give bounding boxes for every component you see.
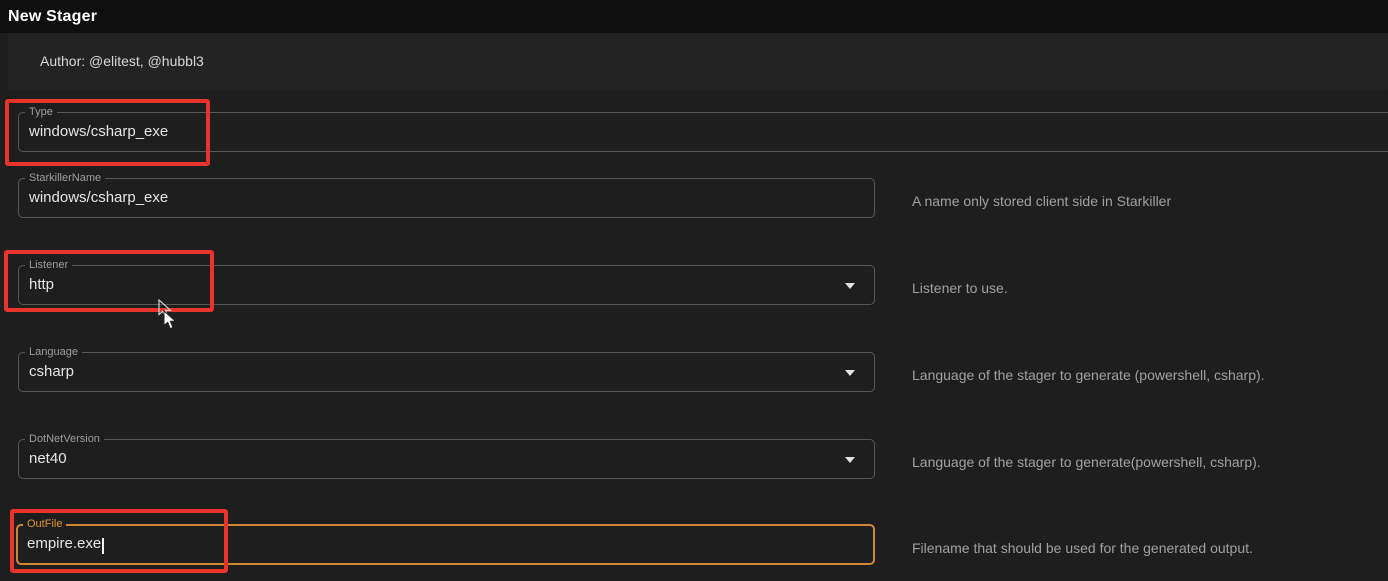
chevron-down-icon[interactable] — [845, 283, 855, 289]
page-title: New Stager — [8, 0, 97, 33]
field-starkillername[interactable]: StarkillerName windows/csharp_exe — [18, 178, 875, 218]
author-panel: Author: @elitest, @hubbl3 — [8, 33, 1388, 90]
author-text: Author: @elitest, @hubbl3 — [40, 33, 204, 90]
field-language-label: Language — [25, 346, 82, 359]
field-outfile-label: OutFile — [23, 518, 66, 531]
outfile-value: empire.exe — [27, 535, 101, 552]
language-select[interactable]: csharp — [19, 353, 874, 380]
listener-select[interactable]: http — [19, 266, 874, 293]
field-listener[interactable]: Listener http — [18, 265, 875, 305]
field-listener-label: Listener — [25, 259, 72, 272]
chevron-down-icon[interactable] — [845, 370, 855, 376]
title-bar: New Stager — [0, 0, 1388, 33]
starkillername-input[interactable]: windows/csharp_exe — [19, 179, 874, 206]
outfile-input[interactable]: empire.exe — [18, 526, 873, 552]
starkillername-description: A name only stored client side in Starki… — [912, 194, 1171, 209]
dotnetversion-description: Language of the stager to generate(power… — [912, 455, 1261, 470]
chevron-down-icon[interactable] — [845, 457, 855, 463]
field-outfile[interactable]: OutFile empire.exe — [16, 524, 875, 565]
field-language[interactable]: Language csharp — [18, 352, 875, 392]
type-input[interactable]: windows/csharp_exe — [19, 113, 1388, 140]
field-type-label: Type — [25, 106, 57, 119]
dotnetversion-select[interactable]: net40 — [19, 440, 874, 467]
field-starkillername-label: StarkillerName — [25, 172, 105, 185]
outfile-description: Filename that should be used for the gen… — [912, 541, 1253, 556]
language-description: Language of the stager to generate (powe… — [912, 368, 1265, 383]
new-stager-screen: New Stager Author: @elitest, @hubbl3 Typ… — [0, 0, 1388, 581]
text-caret — [102, 538, 104, 554]
field-type[interactable]: Type windows/csharp_exe — [18, 112, 1388, 152]
field-dotnetversion[interactable]: DotNetVersion net40 — [18, 439, 875, 479]
mouse-cursor — [163, 310, 178, 331]
listener-description: Listener to use. — [912, 281, 1008, 296]
field-dotnetversion-label: DotNetVersion — [25, 433, 104, 446]
